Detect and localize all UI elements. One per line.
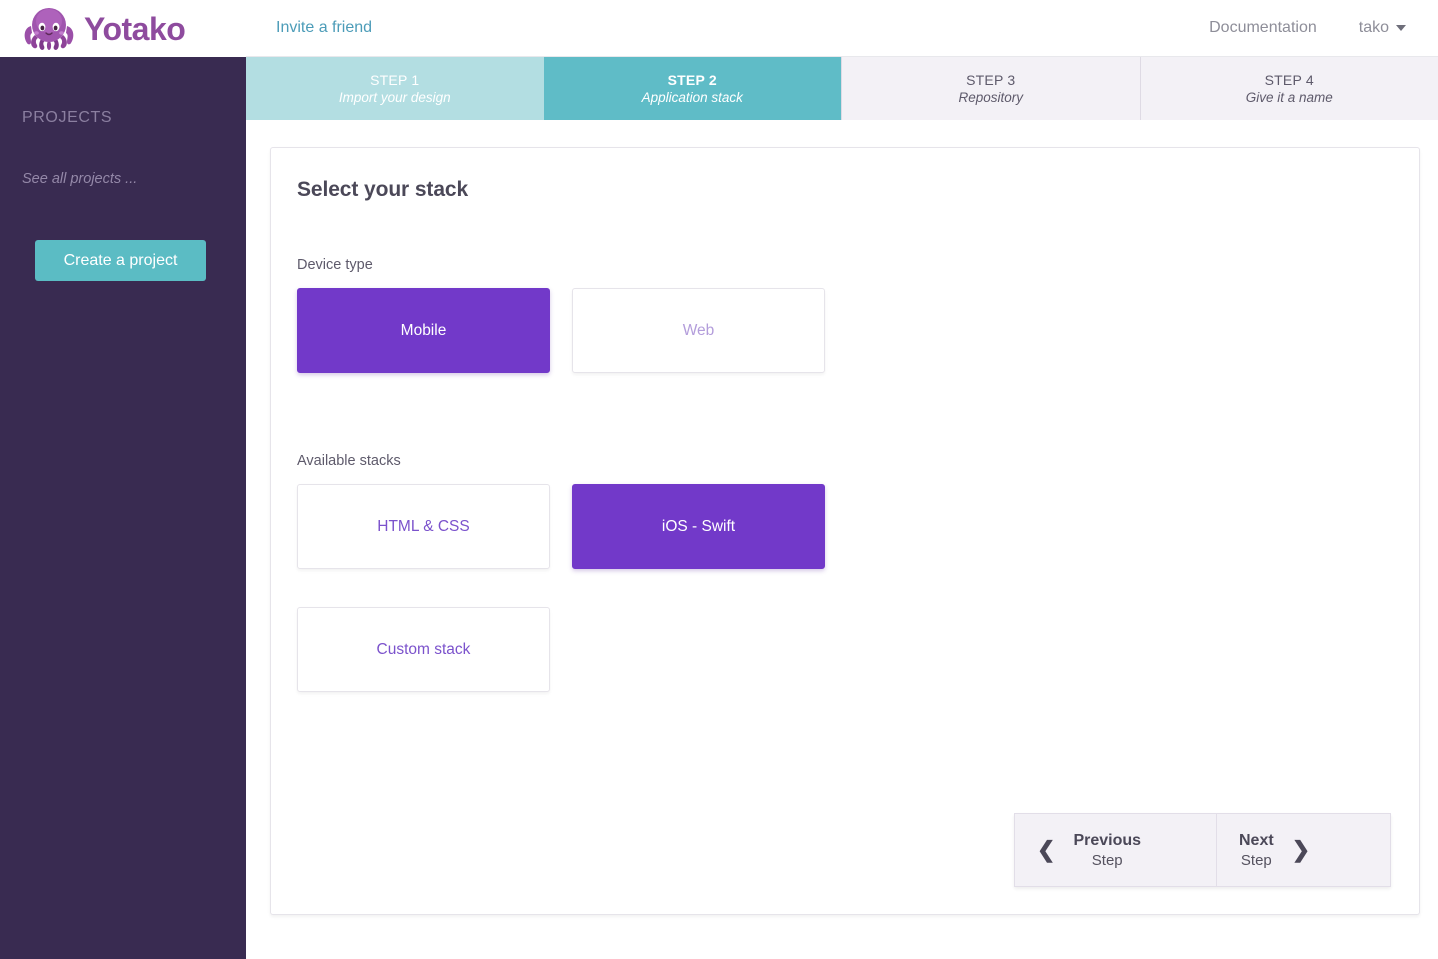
device-type-mobile-button[interactable]: Mobile [297, 288, 550, 373]
step-tab-2[interactable]: STEP 2 Application stack [543, 57, 841, 120]
step-3-title: STEP 3 [966, 72, 1016, 88]
sidebar: Yotako PROJECTS See all projects ... Cre… [0, 0, 246, 959]
wizard-navigation: ❮ Previous Step Next Step ❯ [1014, 813, 1391, 887]
logo-bar[interactable]: Yotako [0, 0, 246, 57]
available-stacks-row-2: Custom stack [297, 607, 1391, 692]
step-1-subtitle: Import your design [338, 90, 451, 105]
page-title: Select your stack [297, 178, 469, 201]
app-root: Yotako PROJECTS See all projects ... Cre… [0, 0, 1438, 959]
content-area: Select your stack Device type Mobile Web… [246, 120, 1438, 959]
main-region: Invite a friend Documentation tako STEP … [246, 0, 1438, 959]
user-menu-label: tako [1358, 19, 1389, 36]
device-type-label: Device type [297, 257, 373, 273]
previous-step-subtitle: Step [1091, 851, 1123, 869]
stack-ios-swift-button[interactable]: iOS - Swift [572, 484, 825, 569]
available-stacks-label: Available stacks [297, 453, 401, 469]
next-step-button[interactable]: Next Step ❯ [1216, 813, 1391, 887]
invite-a-friend-link[interactable]: Invite a friend [276, 19, 372, 37]
stack-custom-button[interactable]: Custom stack [297, 607, 550, 692]
topbar-right: Documentation tako [1209, 19, 1406, 37]
step-wizard-tabs: STEP 1 Import your design STEP 2 Applica… [246, 57, 1438, 120]
next-step-labels: Next Step [1239, 830, 1274, 871]
previous-step-labels: Previous Step [1073, 830, 1141, 871]
step-tab-1[interactable]: STEP 1 Import your design [246, 57, 544, 120]
projects-heading: PROJECTS [22, 109, 113, 126]
device-type-options: Mobile Web [297, 288, 1391, 373]
step-tab-3[interactable]: STEP 3 Repository [841, 57, 1140, 120]
device-type-web-button[interactable]: Web [572, 288, 825, 373]
step-4-subtitle: Give it a name [1245, 90, 1333, 105]
next-step-subtitle: Step [1240, 851, 1272, 869]
topbar: Invite a friend Documentation tako [246, 0, 1438, 57]
step-4-title: STEP 4 [1264, 72, 1314, 88]
select-stack-card: Select your stack Device type Mobile Web… [270, 147, 1420, 915]
see-all-projects-link[interactable]: See all projects ... [22, 171, 224, 187]
chevron-left-icon: ❮ [1037, 837, 1056, 862]
previous-step-button[interactable]: ❮ Previous Step [1014, 813, 1216, 887]
step-3-subtitle: Repository [958, 90, 1024, 105]
previous-step-title: Previous [1073, 831, 1142, 849]
step-tab-4[interactable]: STEP 4 Give it a name [1139, 57, 1438, 120]
chevron-down-icon [1396, 25, 1406, 31]
stack-html-css-button[interactable]: HTML & CSS [297, 484, 550, 569]
step-2-title: STEP 2 [667, 72, 717, 88]
available-stacks-row-1: HTML & CSS iOS - Swift [297, 484, 1391, 569]
user-menu[interactable]: tako [1359, 19, 1406, 37]
sidebar-body: PROJECTS See all projects ... Create a p… [0, 109, 246, 281]
step-1-title: STEP 1 [370, 72, 420, 88]
octopus-icon [22, 6, 76, 52]
step-2-subtitle: Application stack [641, 90, 743, 105]
create-project-button[interactable]: Create a project [35, 240, 206, 281]
documentation-link[interactable]: Documentation [1209, 19, 1317, 37]
next-step-title: Next [1239, 831, 1274, 849]
chevron-right-icon: ❯ [1291, 837, 1311, 862]
brand-name: Yotako [84, 10, 186, 47]
